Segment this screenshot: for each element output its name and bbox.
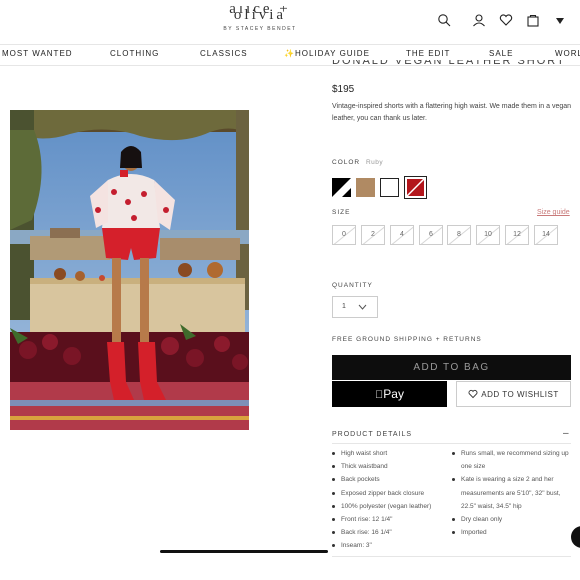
size-option[interactable]: 14 — [534, 225, 558, 245]
size-value: 10 — [484, 231, 492, 238]
size-guide-link[interactable]: Size guide — [537, 209, 570, 216]
site-header: alice + olivia BY STACEY BENDET — [0, 0, 580, 42]
chevron-down-icon — [358, 304, 367, 310]
add-to-wishlist-button[interactable]: ADD TO WISHLIST — [456, 381, 571, 407]
nav-item-clothing[interactable]: CLOTHING — [110, 49, 159, 58]
size-option[interactable]: 2 — [361, 225, 385, 245]
divider — [332, 556, 571, 557]
swatch-white[interactable] — [380, 178, 399, 197]
size-label: SIZE — [332, 209, 351, 216]
bag-icon[interactable] — [525, 12, 541, 28]
home-indicator — [160, 550, 328, 553]
list-item: Exposed zipper back closure — [332, 487, 452, 500]
apple-pay-label: Pay — [379, 387, 404, 401]
product-price: $195 — [332, 84, 355, 95]
list-item: Dry clean only — [452, 513, 572, 526]
swatch-tan[interactable] — [356, 178, 375, 197]
size-option[interactable]: 12 — [505, 225, 529, 245]
list-item: Inseam: 3" — [332, 539, 452, 552]
quantity-value: 1 — [342, 303, 346, 310]
apple-pay-button[interactable]: Pay — [332, 381, 447, 407]
size-value: 8 — [457, 231, 461, 238]
shipping-note: FREE GROUND SHIPPING + RETURNS — [332, 336, 482, 343]
list-item: Front rise: 12 1/4" — [332, 513, 452, 526]
quantity-label: QUANTITY — [332, 282, 373, 289]
size-value: 14 — [542, 231, 550, 238]
heart-icon — [468, 389, 478, 399]
size-value: 4 — [400, 231, 404, 238]
details-list-right: Runs small, we recommend sizing up one s… — [452, 447, 572, 539]
list-item: Back pockets — [332, 473, 452, 486]
list-item: Thick waistband — [332, 460, 452, 473]
size-value: 12 — [513, 231, 521, 238]
nav-item-sale[interactable]: SALE — [489, 49, 513, 58]
chevron-down-icon[interactable] — [552, 12, 568, 28]
swatch-ruby-selected[interactable] — [404, 176, 427, 199]
size-option[interactable]: 0 — [332, 225, 356, 245]
list-item: 100% polyester (vegan leather) — [332, 500, 452, 513]
nav-item-holiday-guide[interactable]: ✨HOLIDAY GUIDE — [284, 49, 370, 58]
user-icon[interactable] — [471, 12, 487, 28]
list-item: Runs small, we recommend sizing up one s… — [452, 447, 572, 473]
logo-tagline: BY STACEY BENDET — [223, 26, 297, 32]
product-details-heading[interactable]: PRODUCT DETAILS — [332, 431, 412, 438]
nav-item-classics[interactable]: CLASSICS — [200, 49, 248, 58]
size-value: 0 — [342, 231, 346, 238]
size-option[interactable]: 8 — [447, 225, 471, 245]
selected-color-value: Ruby — [365, 159, 384, 166]
wishlist-label: ADD TO WISHLIST — [481, 389, 559, 399]
details-list-left: High waist short Thick waistband Back po… — [332, 447, 452, 553]
swatch-black-white[interactable] — [332, 178, 351, 197]
product-description: Vintage-inspired shorts with a flatterin… — [332, 103, 572, 122]
logo-wordmark: alice + olivia — [229, 6, 291, 20]
product-image[interactable] — [10, 110, 249, 430]
list-item: Imported — [452, 526, 572, 539]
add-to-bag-button[interactable]: ADD TO BAG — [332, 355, 571, 380]
size-option[interactable]: 4 — [390, 225, 414, 245]
nav-item-most-wanted[interactable]: MOST WANTED — [2, 49, 73, 58]
collapse-icon[interactable]: – — [563, 428, 569, 439]
size-option[interactable]: 6 — [419, 225, 443, 245]
nav-item-the-edit[interactable]: THE EDIT — [406, 49, 450, 58]
size-value: 6 — [429, 231, 433, 238]
list-item: Back rise: 16 1/4" — [332, 526, 452, 539]
brand-logo[interactable]: alice + olivia BY STACEY BENDET — [200, 6, 320, 32]
quantity-select[interactable]: 1 — [332, 296, 378, 318]
product-title: DONALD VEGAN LEATHER SHORT — [332, 60, 566, 67]
nav-item-world[interactable]: WORLD — [555, 49, 580, 58]
divider — [332, 443, 571, 444]
size-value: 2 — [371, 231, 375, 238]
list-item: Kate is wearing a size 2 and her measure… — [452, 473, 572, 513]
chat-button[interactable] — [571, 526, 580, 548]
color-label-text: COLOR — [332, 159, 361, 166]
heart-icon[interactable] — [498, 12, 514, 28]
search-icon[interactable] — [436, 12, 452, 28]
color-label: COLOR Ruby — [332, 159, 383, 166]
size-option[interactable]: 10 — [476, 225, 500, 245]
list-item: High waist short — [332, 447, 452, 460]
